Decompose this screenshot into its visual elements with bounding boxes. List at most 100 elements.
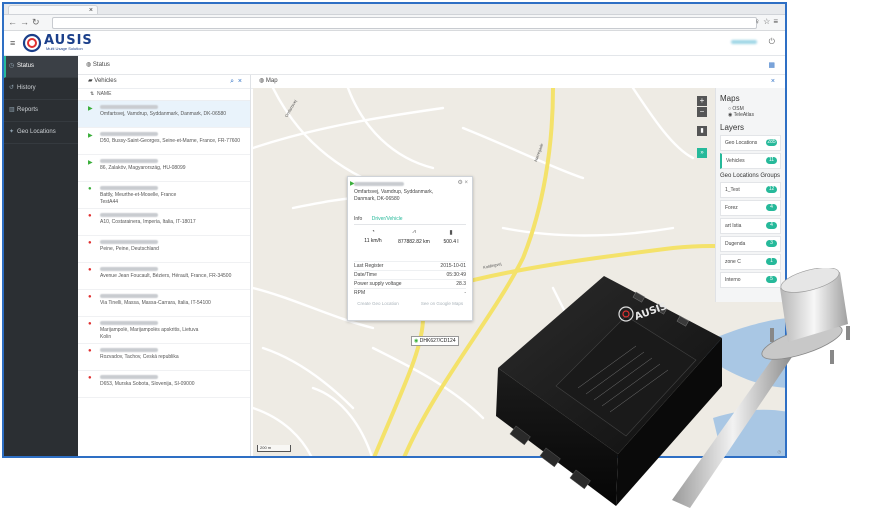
geo-group-item[interactable]: art Istia 4 (720, 218, 781, 234)
vehicle-row[interactable]: ▶ D50, Bussy-Saint-Georges, Seine-et-Marn… (78, 128, 250, 155)
popup-detail-row: Last Register 2015-10-01 (354, 261, 466, 270)
status-dot-icon: ● (88, 186, 92, 192)
grid-view-icon[interactable]: ▦ (768, 61, 775, 69)
vehicle-row[interactable]: ▶ 86, Zalaköv, Magyarország, HU-08099 (78, 155, 250, 182)
map-title: Map (265, 78, 278, 84)
vehicle-row[interactable]: ● Battly, Meurthe-et-Moselle, France TestA… (78, 182, 250, 209)
name-column-header[interactable]: ⇅ NAME (78, 89, 250, 101)
back-arrow-icon[interactable]: ← (8, 17, 17, 27)
dashboard-icon: ◷ (9, 63, 15, 69)
detail-value: 2015-10-01 (440, 263, 466, 269)
vehicle-row[interactable]: ● D653, Murska Sobota, Slovenija, SI-0900… (78, 371, 250, 398)
geo-group-item[interactable]: Forez 4 (720, 200, 781, 216)
vehicle-name (100, 375, 158, 379)
vehicle-address: Peine, Peine, Deutschland (100, 246, 159, 252)
map-header: ◍ Map × (251, 75, 785, 89)
layer-list: Geo Locations 285 Vehicles 11 (720, 135, 781, 169)
user-name[interactable] (731, 40, 757, 44)
address-bar[interactable] (52, 17, 757, 29)
vehicles-panel: ▰ Vehicles ⌕ × ⇅ NAME ▶ Omfartsvej, Vamdr… (78, 75, 251, 456)
menu-toggle-icon[interactable]: ≡ (10, 38, 15, 48)
map-scale: 200 m (257, 445, 291, 452)
speed-stat: ◔ 11 km/h (354, 229, 392, 244)
layer-item[interactable]: Geo Locations 285 (720, 135, 781, 151)
history-icon: ↺ (9, 85, 15, 91)
fuel-value: 500.4 l (443, 239, 459, 245)
close-icon[interactable]: × (238, 78, 242, 85)
zoom-out-button[interactable]: − (697, 107, 707, 117)
vehicle-name (100, 213, 158, 217)
vehicle-name (100, 321, 158, 325)
fuel-icon: ▮ (449, 230, 453, 236)
power-icon[interactable]: ⏻ (769, 37, 775, 47)
sidebar-item-label: Status (17, 63, 35, 69)
browser-tabbar: × (4, 4, 785, 15)
create-geo-location-button[interactable]: Create Geo Location (354, 301, 402, 306)
popup-tabs: Info Driver/Vehicle (354, 215, 466, 225)
reload-icon[interactable]: ↻ (32, 17, 40, 28)
vehicle-row[interactable]: ● A10, Costarainera, Imperia, Italia, IT-… (78, 209, 250, 236)
close-icon[interactable]: × (771, 75, 775, 88)
search-icon[interactable]: ⌕ (230, 78, 234, 85)
vehicle-marker-label[interactable]: ◉ DHK627/CD124 (411, 336, 459, 346)
vehicle-row[interactable]: ▶ Omfartsvej, Vamdrup, Syddanmark, Danmar… (78, 101, 250, 128)
moving-icon: ▶ (88, 133, 93, 139)
status-dot-icon: ● (88, 348, 92, 354)
vehicle-row[interactable]: ● Avenue Jean Foucault, Béziers, Hérault,… (78, 263, 250, 290)
geo-group-item[interactable]: 1_Test 12 (720, 182, 781, 198)
browser-menu-icons[interactable]: ♀☆≡ (754, 17, 781, 26)
sort-icon: ⇅ (90, 91, 95, 97)
moving-icon: ▶ (88, 106, 93, 112)
status-dot-icon: ● (88, 240, 92, 246)
geo-group-item-label: zone C (725, 259, 741, 265)
browser-tab[interactable]: × (8, 5, 98, 14)
sidebar-item-history[interactable]: ↺ History (4, 78, 78, 100)
status-dot-icon: ● (88, 267, 92, 273)
maps-title: Maps (720, 94, 740, 103)
trash-icon[interactable]: ▮ (697, 126, 707, 136)
close-popup-icon[interactable]: ⚙ × (457, 179, 468, 186)
speed-value: 11 km/h (364, 238, 382, 244)
vehicle-address: Omfartsvej, Vamdrup, Syddanmark, Danmark… (100, 111, 227, 117)
layer-item[interactable]: Vehicles 11 (720, 153, 781, 169)
status-dot-icon: ● (88, 213, 92, 219)
vehicles-header: ▰ Vehicles ⌕ × (78, 75, 250, 89)
google-maps-button[interactable]: See on Google Maps (418, 301, 466, 306)
moving-icon: ▶ (88, 160, 93, 166)
popup-stats: ◔ 11 km/h ⩘ 877882.82 km ▮ 500.4 l (354, 229, 466, 255)
status-dot-icon: ● (88, 321, 92, 327)
close-tab-icon[interactable]: × (89, 6, 93, 15)
geo-group-item[interactable]: Dugenda 3 (720, 236, 781, 252)
vehicle-row[interactable]: ● Peine, Peine, Deutschland (78, 236, 250, 263)
popup-address: Omfartsvej, Vamdrup, Syddanmark, Danmark… (354, 189, 434, 202)
sidebar-item-reports[interactable]: ▥ Reports (4, 100, 78, 122)
vehicle-row[interactable]: ● Via Tinelli, Massa, Massa-Carrara, Ital… (78, 290, 250, 317)
tab-info[interactable]: Info (354, 215, 362, 224)
vehicle-row[interactable]: ● Rozvadov, Tachov, Česká republika (78, 344, 250, 371)
geo-groups-title: Geo Locations Groups (720, 173, 781, 179)
sidebar-item-label: Geo Locations (17, 129, 56, 135)
detail-key: Power supply voltage (354, 281, 402, 287)
browser-toolbar: ← → ↻ ♀☆≡ (4, 15, 785, 31)
status-dot-icon: ● (88, 375, 92, 381)
vehicle-list: ▶ Omfartsvej, Vamdrup, Syddanmark, Danmar… (78, 101, 250, 398)
geo-group-item-label: 1_Test (725, 187, 740, 193)
expand-layers-icon[interactable]: » (697, 148, 707, 158)
map-option-teleatlas[interactable]: ◉ TeleAtlas (720, 112, 781, 118)
vehicle-address: Avenue Jean Foucault, Béziers, Hérault, … (100, 273, 232, 279)
marker-label-text: DHK627/CD124 (419, 338, 456, 344)
fuel-stat: ▮ 500.4 l (436, 229, 466, 245)
sidebar-item-geo-locations[interactable]: ✦ Geo Locations (4, 122, 78, 144)
count-badge: 285 (766, 139, 777, 146)
tab-driver-vehicle[interactable]: Driver/Vehicle (372, 215, 403, 224)
sidebar-item-status[interactable]: ◷ Status (4, 56, 78, 78)
popup-vehicle-name (354, 182, 404, 186)
popup-detail-row: RPM - (354, 288, 466, 297)
forward-arrow-icon[interactable]: → (20, 17, 29, 27)
count-badge: 1 (766, 258, 777, 265)
vehicle-address: Rozvadov, Tachov, Česká republika (100, 354, 179, 360)
zoom-in-button[interactable]: + (697, 96, 707, 106)
vehicle-row[interactable]: ● Marijampolė, Marijampolės apskritis, Li… (78, 317, 250, 344)
vehicle-name (100, 105, 158, 109)
vehicle-address: D653, Murska Sobota, Slovenija, SI-09000 (100, 381, 195, 387)
